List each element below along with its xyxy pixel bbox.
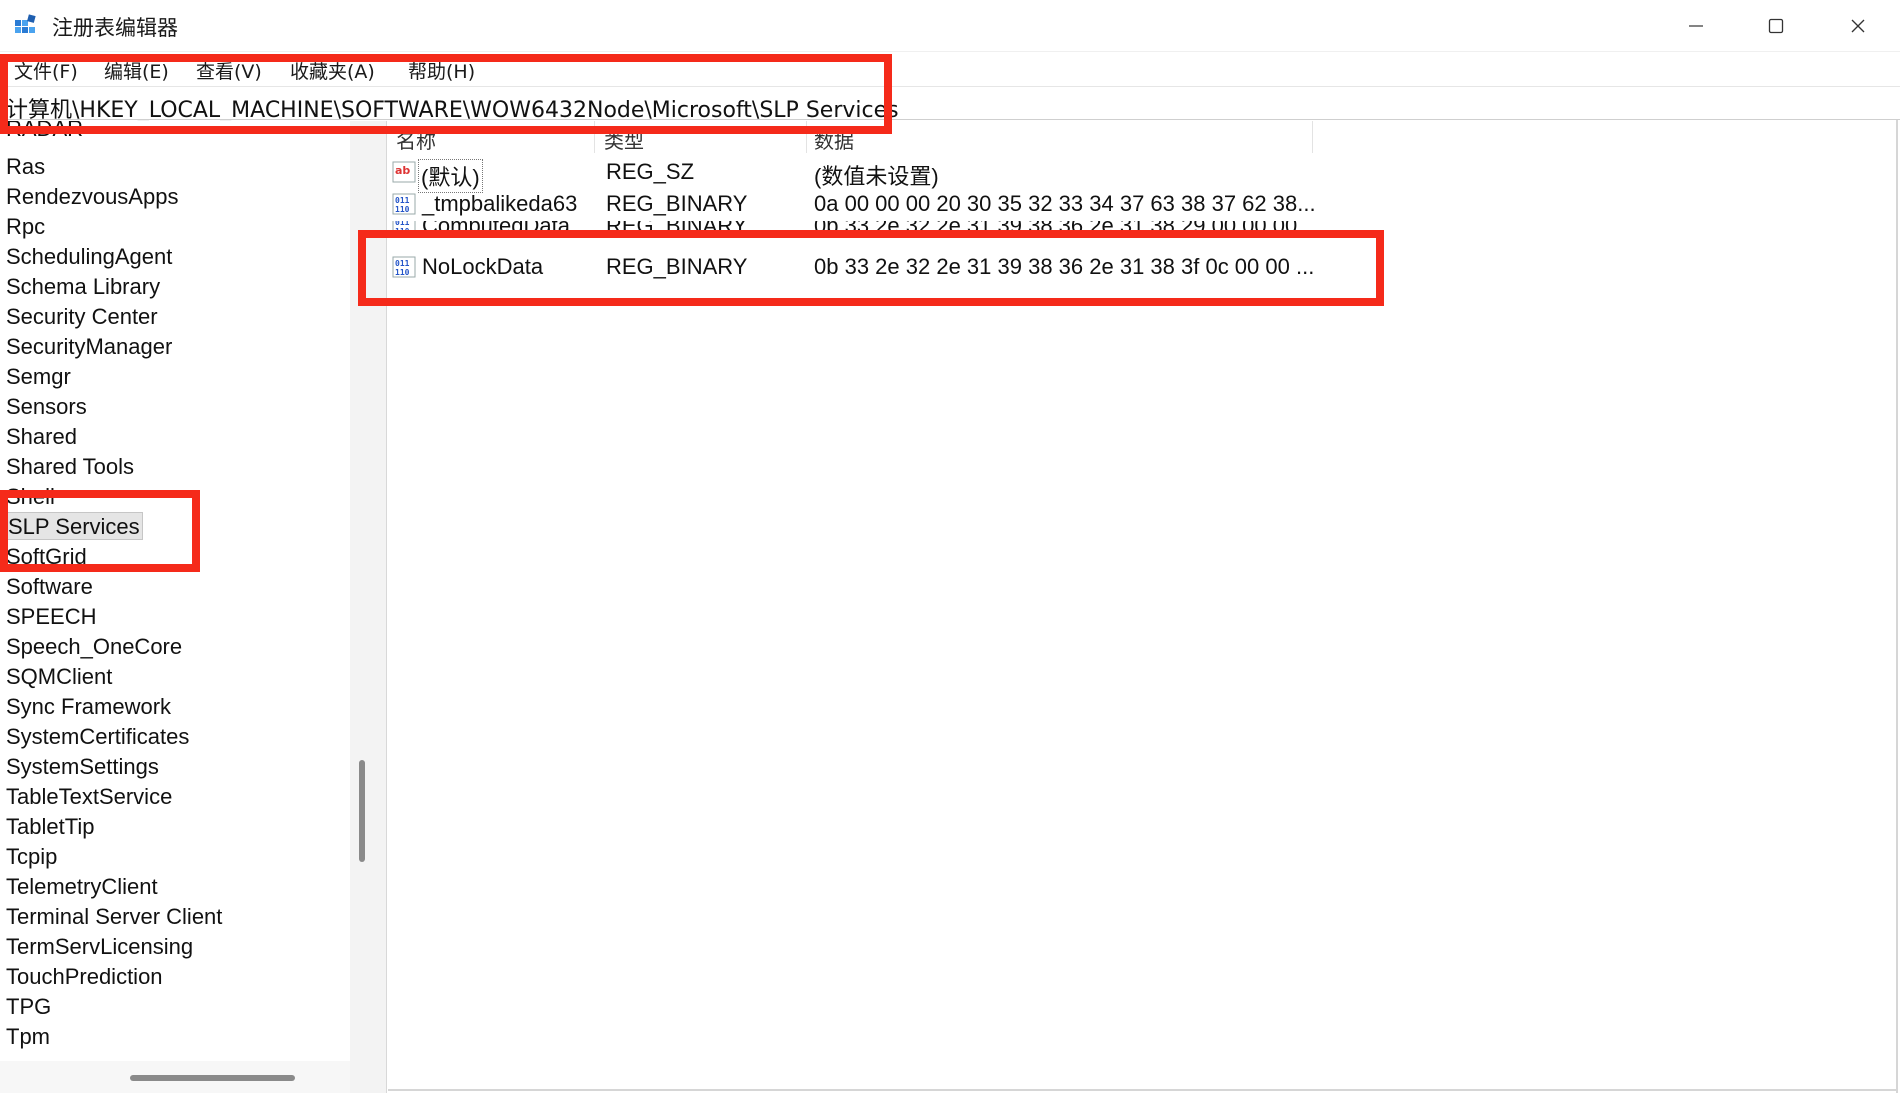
value-data: 0b 33 2e 32 2e 31 39 38 36 2e 31 38 29 0… — [814, 221, 1316, 233]
menu-file[interactable]: 文件(F) — [14, 57, 78, 84]
tree-item-systemsettings[interactable]: SystemSettings — [6, 753, 159, 781]
value-type: REG_BINARY — [606, 221, 747, 233]
menu-view[interactable]: 查看(V) — [196, 57, 262, 84]
maximize-icon — [1768, 18, 1784, 34]
menu-help[interactable]: 帮助(H) — [408, 57, 475, 84]
tree-item-speech[interactable]: SPEECH — [6, 603, 96, 631]
column-header-data[interactable]: 数据 — [814, 125, 854, 154]
menu-bar: 文件(F) 编辑(E) 查看(V) 收藏夹(A) 帮助(H) — [0, 53, 1900, 85]
window-title: 注册表编辑器 — [52, 16, 178, 40]
tree-item-schema-library[interactable]: Schema Library — [6, 273, 160, 301]
value-row[interactable]: ab (默认) REG_SZ (数值未设置) — [388, 157, 1388, 193]
tree-item-tablettip[interactable]: TabletTip — [6, 813, 94, 841]
value-name: (默认) — [418, 159, 483, 193]
tree-item-shared-tools[interactable]: Shared Tools — [6, 453, 134, 481]
column-separator[interactable] — [806, 121, 807, 153]
tree-item-shell[interactable]: Shell — [6, 483, 55, 511]
column-header-name[interactable]: 名称 — [396, 125, 436, 154]
value-name: ComputedData... — [422, 221, 588, 233]
window-right-border — [1896, 120, 1898, 1093]
svg-text:011: 011 — [395, 196, 410, 205]
tree-item-speech-onecore[interactable]: Speech_OneCore — [6, 633, 182, 661]
tree-vertical-scroll-thumb[interactable] — [359, 760, 365, 862]
binary-value-icon: 011 110 — [392, 221, 416, 233]
tree-item-softgrid[interactable]: SoftGrid — [6, 543, 87, 571]
tree-item-semgr[interactable]: Semgr — [6, 363, 71, 391]
column-separator[interactable] — [594, 121, 595, 153]
value-data: 0a 00 00 00 20 30 35 32 33 34 37 63 38 3… — [814, 191, 1316, 216]
svg-text:110: 110 — [395, 205, 410, 214]
tree-item-tcpip[interactable]: Tcpip — [6, 843, 57, 871]
maximize-button[interactable] — [1736, 0, 1816, 52]
value-row[interactable]: 011 110 _tmpbalikeda63 REG_BINARY 0a 00 … — [388, 189, 1388, 219]
string-value-icon: ab — [392, 161, 416, 183]
tree-item-securitymanager[interactable]: SecurityManager — [6, 333, 172, 361]
binary-value-icon: 011 110 — [392, 256, 416, 278]
tree-item-sync-framework[interactable]: Sync Framework — [6, 693, 171, 721]
menu-favorites[interactable]: 收藏夹(A) — [290, 57, 375, 84]
menu-edit[interactable]: 编辑(E) — [104, 57, 169, 84]
svg-text:ab: ab — [395, 164, 410, 177]
tree-item-software[interactable]: Software — [6, 573, 93, 601]
tree-item-shared[interactable]: Shared — [6, 423, 77, 451]
minimize-button[interactable] — [1656, 0, 1736, 52]
svg-text:011: 011 — [395, 259, 410, 268]
key-tree-pane: RADAR Ras RendezvousApps Rpc SchedulingA… — [0, 121, 350, 1093]
tree-item-rpc[interactable]: Rpc — [6, 213, 45, 241]
value-name: NoLockData — [422, 254, 544, 279]
column-header-type[interactable]: 类型 — [604, 125, 644, 154]
tree-item-sqmclient[interactable]: SQMClient — [6, 663, 112, 691]
address-bar[interactable]: 计算机\HKEY_LOCAL_MACHINE\SOFTWARE\WOW6432N… — [0, 86, 1900, 123]
key-tree: RADAR Ras RendezvousApps Rpc SchedulingA… — [0, 121, 350, 1061]
window-bottom-border — [388, 1089, 1898, 1091]
column-separator[interactable] — [1312, 121, 1313, 153]
tree-item-tabletextservice[interactable]: TableTextService — [6, 783, 172, 811]
value-type: REG_BINARY — [606, 191, 748, 216]
value-row[interactable]: 011 110 ComputedData... REG_BINARY 0b 33… — [388, 221, 1388, 233]
tree-item-systemcertificates[interactable]: SystemCertificates — [6, 723, 189, 751]
svg-text:110: 110 — [395, 227, 410, 233]
tree-item-radar[interactable]: RADAR — [6, 121, 83, 143]
tree-item-sensors[interactable]: Sensors — [6, 393, 87, 421]
tree-item-rendezvousapps[interactable]: RendezvousApps — [6, 183, 178, 211]
tree-item-security-center[interactable]: Security Center — [6, 303, 158, 331]
tree-item-ras[interactable]: Ras — [6, 153, 45, 181]
tree-item-telemetryclient[interactable]: TelemetryClient — [6, 873, 158, 901]
tree-item-touchprediction[interactable]: TouchPrediction — [6, 963, 163, 991]
values-list-pane: 名称 类型 数据 ab (默认) REG_SZ (数值未设置) 011 110 … — [388, 121, 1896, 1089]
tree-item-schedulingagent[interactable]: SchedulingAgent — [6, 243, 172, 271]
value-name: _tmpbalikeda63 — [422, 191, 578, 216]
close-button[interactable] — [1818, 0, 1898, 52]
value-type: REG_BINARY — [606, 254, 748, 279]
value-data: (数值未设置) — [814, 164, 939, 189]
value-data: 0b 33 2e 32 2e 31 39 38 36 2e 31 38 3f 0… — [814, 254, 1315, 279]
tree-horizontal-scroll-thumb[interactable] — [130, 1075, 295, 1081]
tree-item-slp-services[interactable]: SLP Services — [5, 512, 143, 540]
address-path[interactable]: 计算机\HKEY_LOCAL_MACHINE\SOFTWARE\WOW6432N… — [6, 92, 899, 124]
binary-value-icon: 011 110 — [392, 193, 416, 215]
svg-text:110: 110 — [395, 268, 410, 277]
tree-item-termservlicensing[interactable]: TermServLicensing — [6, 933, 193, 961]
close-icon — [1851, 19, 1865, 33]
value-row[interactable]: 011 110 NoLockData REG_BINARY 0b 33 2e 3… — [388, 252, 1388, 282]
registry-editor-icon — [15, 14, 36, 33]
tree-item-terminal-server-client[interactable]: Terminal Server Client — [6, 903, 222, 931]
tree-horizontal-scrollbar[interactable] — [0, 1061, 350, 1093]
tree-item-tpg[interactable]: TPG — [6, 993, 51, 1021]
value-type: REG_SZ — [606, 159, 695, 184]
title-bar: 注册表编辑器 — [0, 0, 1900, 52]
tree-item-tpm[interactable]: Tpm — [6, 1023, 50, 1051]
pane-splitter[interactable] — [350, 121, 387, 1093]
minimize-icon — [1689, 25, 1703, 27]
